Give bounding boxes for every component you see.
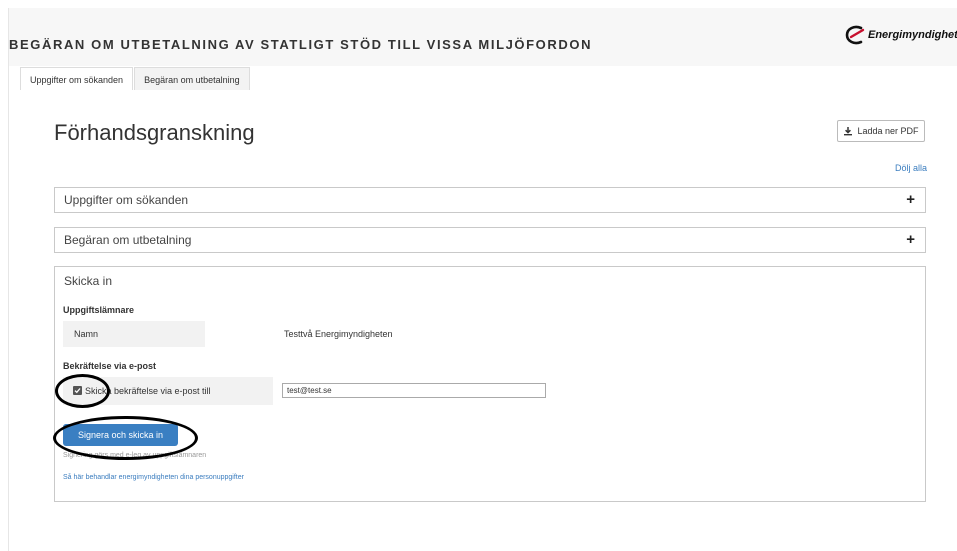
download-pdf-label: Ladda ner PDF	[857, 126, 919, 136]
tab-payout-request[interactable]: Begäran om utbetalning	[134, 67, 250, 91]
panel-submit-title: Skicka in	[64, 274, 113, 288]
name-label: Namn	[74, 329, 99, 339]
panel-payout-title: Begäran om utbetalning	[64, 233, 192, 247]
panel-payout-request[interactable]: Begäran om utbetalning +	[54, 227, 926, 253]
page-title: Förhandsgranskning	[54, 120, 255, 145]
tab-bar: Uppgifter om sökanden Begäran om utbetal…	[20, 67, 251, 91]
download-icon	[844, 127, 853, 136]
name-value: Testtvå Energimyndigheten	[284, 329, 393, 339]
panel-applicant-info[interactable]: Uppgifter om sökanden +	[54, 187, 926, 213]
annotation-circle-checkbox	[55, 374, 110, 408]
email-input[interactable]	[282, 383, 546, 398]
download-pdf-button[interactable]: Ladda ner PDF	[837, 120, 925, 142]
submitter-heading: Uppgiftslämnare	[63, 305, 135, 315]
energimyndigheten-logo-icon	[845, 25, 865, 45]
page-left-border	[8, 8, 9, 551]
expand-plus-icon[interactable]: +	[906, 231, 915, 248]
app-title: BEGÄRAN OM UTBETALNING AV STATLIGT STÖD …	[9, 37, 593, 52]
annotation-circle-sign-button	[53, 416, 198, 460]
logo: Energimyndigheten	[844, 22, 957, 48]
hide-all-link[interactable]: Dölj alla	[895, 163, 927, 173]
logo-text: Energimyndigheten	[868, 29, 957, 41]
privacy-link[interactable]: Så här behandlar energimyndigheten dina …	[63, 474, 244, 481]
confirm-heading: Bekräftelse via e-post	[63, 361, 157, 371]
expand-plus-icon[interactable]: +	[906, 191, 915, 208]
tab-applicant-info[interactable]: Uppgifter om sökanden	[20, 67, 134, 91]
panel-applicant-title: Uppgifter om sökanden	[64, 193, 189, 207]
